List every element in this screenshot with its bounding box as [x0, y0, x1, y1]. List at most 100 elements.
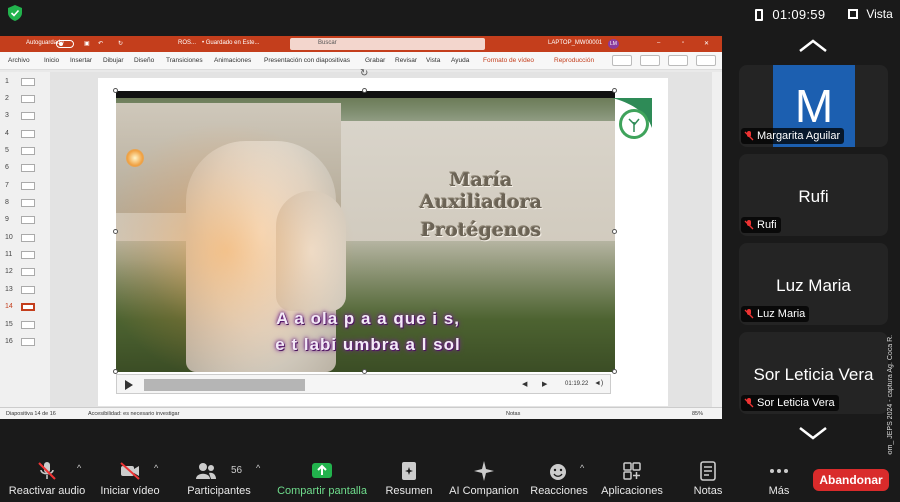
slide-thumb[interactable]: 15 [5, 319, 45, 331]
ppt-search-box[interactable]: Buscar [290, 38, 485, 50]
save-icon[interactable]: ▣ [84, 40, 90, 47]
meeting-toolbar: Reactivar audio ^ Iniciar vídeo ^ 56 Par… [0, 455, 900, 502]
start-video-button[interactable]: Iniciar vídeo ^ [96, 455, 164, 502]
tab-transiciones[interactable]: Transiciones [166, 57, 203, 64]
participants-button[interactable]: 56 Participantes ^ [184, 455, 260, 502]
zoom-level[interactable]: 85% [692, 411, 703, 417]
slide-thumb[interactable]: 9 [5, 214, 45, 226]
karaoke-lyric-line-2: e t labi umbra a l sol [275, 335, 461, 354]
tab-reproduccion[interactable]: Reproducción [554, 57, 594, 64]
user-avatar[interactable]: LM [608, 39, 619, 49]
slide-thumb[interactable]: 7 [5, 180, 45, 192]
wall-inscription: María Auxiliadora Protégenos [419, 169, 543, 241]
video-off-icon [120, 462, 140, 480]
restore-icon[interactable]: ▫ [682, 40, 684, 46]
resize-handle[interactable] [113, 88, 118, 93]
participant-display-name: Rufi [798, 187, 829, 206]
undo-icon[interactable]: ↶ [98, 40, 103, 47]
slide-thumb[interactable]: 4 [5, 128, 45, 140]
slide-thumb-selected[interactable]: 14 [5, 301, 45, 313]
view-button[interactable]: Vista [848, 7, 893, 21]
tab-grabar[interactable]: Grabar [365, 57, 385, 64]
tab-archivo[interactable]: Archivo [8, 57, 30, 64]
resize-handle[interactable] [612, 229, 617, 234]
resize-handle[interactable] [362, 88, 367, 93]
close-icon[interactable]: ✕ [704, 40, 709, 47]
muted-mic-icon [744, 220, 754, 230]
slide-counter: Diapositiva 14 de 16 [6, 411, 56, 417]
ai-companion-button[interactable]: AI Companion [448, 455, 520, 502]
redo-icon[interactable]: ↻ [118, 40, 123, 47]
muted-mic-icon [38, 462, 56, 480]
slide-thumb[interactable]: 8 [5, 197, 45, 209]
volume-icon[interactable]: ◄) [594, 380, 603, 387]
more-button[interactable]: Más [760, 455, 798, 502]
slide-thumb[interactable]: 1 [5, 76, 45, 88]
play-icon[interactable] [125, 380, 133, 390]
resize-handle[interactable] [612, 88, 617, 93]
forward-icon[interactable]: ▶ [542, 380, 547, 388]
canvas-scrollbar[interactable] [712, 72, 722, 407]
ppt-title-bar: Autoguardado ▣ ↶ ↻ ROS... • Guardado en … [0, 36, 722, 52]
slide-thumb[interactable]: 11 [5, 249, 45, 261]
slide-thumb[interactable]: 6 [5, 162, 45, 174]
video-controls: ◀ ▶ 01:19.22 ◄) [116, 374, 611, 394]
video-progress-bar[interactable] [144, 379, 305, 391]
reactions-button[interactable]: Reacciones ^ [530, 455, 588, 502]
tab-insertar[interactable]: Insertar [70, 57, 92, 64]
slide-thumb[interactable]: 13 [5, 284, 45, 296]
tab-revisar[interactable]: Revisar [395, 57, 417, 64]
participant-tile[interactable]: Sor Leticia Vera Sor Leticia Vera [739, 332, 888, 414]
slide-video[interactable]: María Auxiliadora Protégenos A a ola p a… [116, 91, 615, 372]
chevron-down-icon[interactable] [798, 424, 828, 442]
participant-name-label: Rufi [741, 217, 781, 233]
karaoke-lyric-line-1: A a ola p a a que i s, [276, 309, 460, 328]
share-screen-button[interactable]: Compartir pantalla [276, 455, 368, 502]
slide-thumb[interactable]: 16 [5, 336, 45, 348]
tab-dibujar[interactable]: Dibujar [103, 57, 124, 64]
rotate-handle-icon[interactable]: ↻ [360, 68, 368, 79]
participant-tile[interactable]: Luz Maria Luz Maria [739, 243, 888, 325]
participant-tile[interactable]: M Margarita Aguilar [739, 65, 888, 147]
video-options-caret[interactable]: ^ [154, 463, 158, 473]
tab-vista[interactable]: Vista [426, 57, 440, 64]
participant-name-label: Sor Leticia Vera [741, 395, 839, 411]
share-button[interactable] [696, 55, 716, 66]
tab-ayuda[interactable]: Ayuda [451, 57, 469, 64]
slide-thumb[interactable]: 5 [5, 145, 45, 157]
chevron-up-icon[interactable] [798, 37, 828, 55]
tab-diseno[interactable]: Diseño [134, 57, 154, 64]
slide-thumb[interactable]: 10 [5, 232, 45, 244]
slide-thumb[interactable]: 2 [5, 93, 45, 105]
rewind-icon[interactable]: ◀ [522, 380, 527, 388]
slide-thumb[interactable]: 12 [5, 266, 45, 278]
apps-button[interactable]: Aplicaciones [600, 455, 664, 502]
tab-animaciones[interactable]: Animaciones [214, 57, 251, 64]
comments-button[interactable] [612, 55, 632, 66]
tab-inicio[interactable]: Inicio [44, 57, 59, 64]
audio-options-caret[interactable]: ^ [77, 463, 81, 473]
tab-presentacion[interactable]: Presentación con diapositivas [264, 57, 350, 64]
unmute-button[interactable]: Reactivar audio ^ [8, 455, 86, 502]
present-button[interactable] [668, 55, 688, 66]
accessibility-status[interactable]: Accesibilidad: es necesario investigar [88, 411, 179, 417]
record-button[interactable] [640, 55, 660, 66]
slide-thumb[interactable]: 3 [5, 110, 45, 122]
reactions-options-caret[interactable]: ^ [580, 463, 584, 473]
tab-formato-video[interactable]: Formato de vídeo [483, 57, 534, 64]
participant-count: 56 [231, 465, 243, 476]
apps-icon [623, 462, 641, 480]
meeting-timer: 01:09:59 [755, 7, 825, 22]
summary-button[interactable]: Resumen [384, 455, 434, 502]
security-shield-icon[interactable] [8, 5, 22, 21]
minimize-icon[interactable]: – [657, 40, 660, 46]
participants-options-caret[interactable]: ^ [256, 463, 260, 473]
autosave-toggle[interactable] [56, 40, 74, 48]
more-dots-icon [770, 469, 788, 473]
resize-handle[interactable] [612, 369, 617, 374]
notes-button[interactable]: Notas [688, 455, 728, 502]
resize-handle[interactable] [113, 229, 118, 234]
leave-meeting-button[interactable]: Abandonar [813, 469, 889, 491]
participant-tile[interactable]: Rufi Rufi [739, 154, 888, 236]
notes-button[interactable]: Notas [506, 411, 520, 417]
